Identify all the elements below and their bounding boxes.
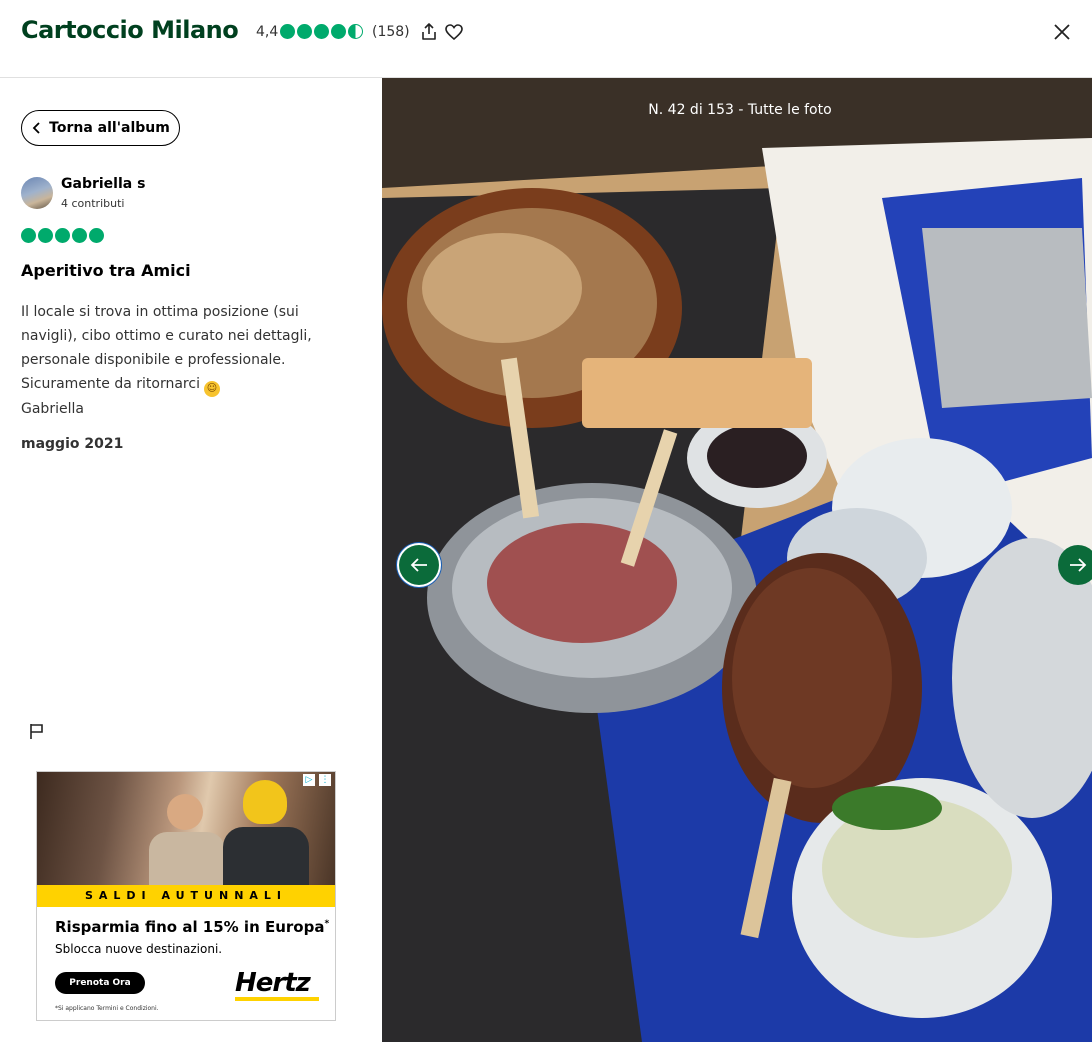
ad-headline-text: Risparmia fino al 15% in Europa <box>55 918 325 936</box>
ad-band: SALDI AUTUNNALI <box>37 885 335 907</box>
arrow-left-icon <box>410 558 427 572</box>
review-text-line: Il locale si trova in ottima posizione (… <box>21 304 299 320</box>
arrow-right-icon <box>1070 558 1087 572</box>
rating-bubbles <box>280 24 363 40</box>
username[interactable]: Gabriella s <box>61 176 145 192</box>
ad-headline-mark: * <box>324 919 330 929</box>
smiley-emoji-icon: ☺ <box>203 381 220 397</box>
previous-photo-button[interactable] <box>399 545 439 585</box>
rating-bubble <box>72 228 87 243</box>
back-button-label: Torna all'album <box>49 120 170 136</box>
rating-bubble <box>331 24 346 39</box>
ad-person-body <box>223 827 309 885</box>
ad-photo: ▷ ⋮ <box>37 772 335 885</box>
chevron-left-icon <box>32 122 40 134</box>
ad-logo: Hertz <box>235 968 311 998</box>
review-panel: Torna all'album Gabriella s 4 contributi… <box>0 78 382 1042</box>
review-date: maggio 2021 <box>21 436 124 452</box>
ad-choices-icon[interactable]: ▷ ⋮ <box>303 774 331 786</box>
contributions-count: 4 contributi <box>61 197 125 210</box>
rating-bubble <box>297 24 312 39</box>
rating-bubble <box>89 228 104 243</box>
rating-bubble <box>55 228 70 243</box>
back-to-album-button[interactable]: Torna all'album <box>21 110 180 146</box>
rating-bubble <box>21 228 36 243</box>
share-icon[interactable] <box>418 21 440 43</box>
avatar[interactable] <box>21 177 53 209</box>
review-rating-bubbles <box>21 228 104 243</box>
header: Cartoccio Milano 4,4 (158) <box>0 0 1092 78</box>
ad-cta-button[interactable]: Prenota Ora <box>55 972 145 994</box>
ad-logo-bar <box>235 997 319 1001</box>
ad-subtitle: Sblocca nuove destinazioni. <box>55 942 223 956</box>
close-icon[interactable] <box>1051 21 1073 43</box>
ad-person-face <box>167 794 203 830</box>
review-text: Il locale si trova in ottima posizione (… <box>21 300 341 421</box>
advertisement[interactable]: ▷ ⋮ SALDI AUTUNNALI Risparmia fino al 15%… <box>36 771 336 1021</box>
photo-viewer[interactable]: N. 42 di 153 - Tutte le foto <box>382 78 1092 1042</box>
rating-bubble <box>314 24 329 39</box>
review-count[interactable]: (158) <box>372 24 410 40</box>
rating-value: 4,4 <box>256 24 279 40</box>
rating-bubble <box>38 228 53 243</box>
rating-bubble-half <box>348 24 363 39</box>
review-text-line: personale disponibile e professionale. <box>21 352 286 368</box>
rating-bubble <box>280 24 295 39</box>
next-photo-button[interactable] <box>1058 545 1092 585</box>
page-title: Cartoccio Milano <box>21 16 239 44</box>
photo-counter[interactable]: N. 42 di 153 - Tutte le foto <box>382 102 1092 118</box>
ad-headline: Risparmia fino al 15% in Europa* <box>55 918 329 936</box>
flag-icon[interactable] <box>28 722 46 740</box>
review-title: Aperitivo tra Amici <box>21 261 191 280</box>
heart-icon[interactable] <box>443 21 465 43</box>
food-photo <box>382 78 1092 1042</box>
review-text-line-wrap: Sicuramente da ritornarci ☺ <box>21 372 341 397</box>
ad-disclaimer: *Si applicano Termini e Condizioni. <box>55 1005 159 1012</box>
ad-person-body <box>149 832 225 885</box>
review-signature: Gabriella <box>21 401 84 417</box>
review-text-line: navigli), cibo ottimo e curato nei detta… <box>21 328 312 344</box>
review-text-line: Sicuramente da ritornarci <box>21 376 200 392</box>
ad-person-hat <box>243 780 287 824</box>
